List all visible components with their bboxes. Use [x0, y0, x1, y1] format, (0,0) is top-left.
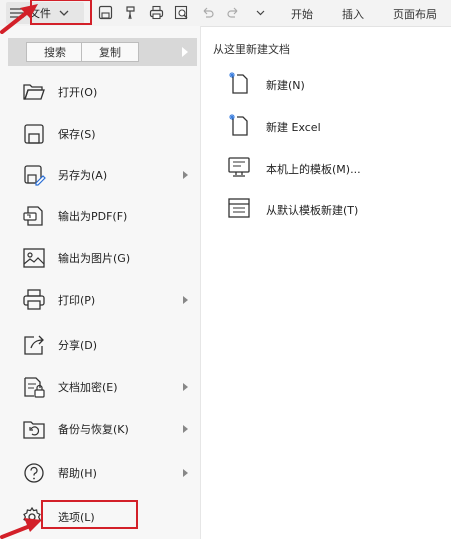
- pdf-export-icon: [23, 206, 43, 226]
- menu-item-print[interactable]: 打印(P): [0, 280, 200, 320]
- menu-item-label: 帮助(H): [58, 467, 97, 480]
- default-template-item[interactable]: 从默认模板新建(T): [228, 193, 428, 223]
- local-template-icon: [228, 157, 250, 177]
- submenu-arrow-icon: [183, 383, 188, 391]
- new-excel-item[interactable]: 新建 Excel: [228, 110, 428, 140]
- menu-item-export-pdf[interactable]: 输出为PDF(F): [0, 196, 200, 236]
- menu-item-help[interactable]: 帮助(H): [0, 453, 200, 493]
- image-export-icon: [23, 248, 45, 268]
- file-menu-panel: 搜索 复制 打开(O) 保存(S) 另存为(A) 输出为PDF(F) 输出为图片…: [0, 26, 201, 539]
- print-icon[interactable]: [149, 5, 164, 20]
- menu-item-label: 备份与恢复(K): [58, 423, 129, 436]
- chevron-right-icon[interactable]: [182, 47, 188, 57]
- menu-item-label: 输出为图片(G): [58, 252, 131, 265]
- new-excel-label: 新建 Excel: [266, 121, 321, 134]
- menu-item-save[interactable]: 保存(S): [0, 114, 200, 154]
- annotation-arrow-icon: [0, 518, 42, 539]
- submenu-arrow-icon: [183, 296, 188, 304]
- folder-open-icon: [23, 84, 45, 100]
- new-document-heading: 从这里新建文档: [213, 43, 290, 56]
- default-template-label: 从默认模板新建(T): [266, 204, 359, 217]
- new-document-item[interactable]: 新建(N): [228, 68, 428, 98]
- top-toolbar: 文件 开始 插入 页面布局: [0, 0, 451, 27]
- save-icon[interactable]: [98, 5, 113, 20]
- tab-insert[interactable]: 插入: [342, 6, 364, 22]
- share-icon: [24, 335, 44, 355]
- format-painter-icon[interactable]: [124, 5, 139, 20]
- new-document-label: 新建(N): [266, 79, 305, 92]
- help-icon: [24, 463, 44, 483]
- tab-page-layout[interactable]: 页面布局: [393, 6, 437, 22]
- options-highlight-box: [41, 500, 138, 529]
- document-lock-icon: [24, 377, 45, 398]
- menu-item-label: 输出为PDF(F): [58, 210, 128, 223]
- default-template-icon: [228, 198, 250, 218]
- printer-icon: [23, 289, 45, 310]
- submenu-arrow-icon: [183, 425, 188, 433]
- menu-item-label: 保存(S): [58, 128, 96, 141]
- submenu-arrow-icon: [183, 469, 188, 477]
- annotation-arrow-icon: [0, 4, 38, 34]
- save-icon: [24, 124, 44, 144]
- menu-item-label: 另存为(A): [58, 169, 108, 182]
- menu-item-label: 打印(P): [58, 294, 96, 307]
- submenu-arrow-icon: [183, 171, 188, 179]
- local-template-item[interactable]: 本机上的模板(M)...: [228, 152, 428, 182]
- menu-item-save-as[interactable]: 另存为(A): [0, 155, 200, 195]
- print-preview-icon[interactable]: [174, 5, 189, 20]
- quick-access-dropdown-icon[interactable]: [253, 5, 268, 20]
- menu-item-label: 分享(D): [58, 339, 98, 352]
- new-document-icon: [229, 72, 248, 94]
- local-template-label: 本机上的模板(M)...: [266, 163, 361, 176]
- menu-item-share[interactable]: 分享(D): [0, 325, 200, 365]
- menu-item-open[interactable]: 打开(O): [0, 72, 200, 112]
- save-as-icon: [24, 165, 46, 186]
- new-excel-icon: [229, 114, 248, 136]
- menu-item-export-image[interactable]: 输出为图片(G): [0, 238, 200, 278]
- backup-restore-icon: [23, 421, 45, 439]
- copy-button[interactable]: 复制: [81, 42, 139, 62]
- menu-item-backup-restore[interactable]: 备份与恢复(K): [0, 409, 200, 449]
- menu-item-label: 打开(O): [58, 86, 98, 99]
- menu-item-encrypt[interactable]: 文档加密(E): [0, 367, 200, 407]
- menu-item-label: 文档加密(E): [58, 381, 118, 394]
- redo-icon[interactable]: [226, 5, 241, 20]
- menu-quick-bar: 搜索 复制: [8, 38, 197, 66]
- undo-icon[interactable]: [200, 5, 215, 20]
- tab-home[interactable]: 开始: [291, 6, 313, 22]
- search-button[interactable]: 搜索: [26, 42, 84, 62]
